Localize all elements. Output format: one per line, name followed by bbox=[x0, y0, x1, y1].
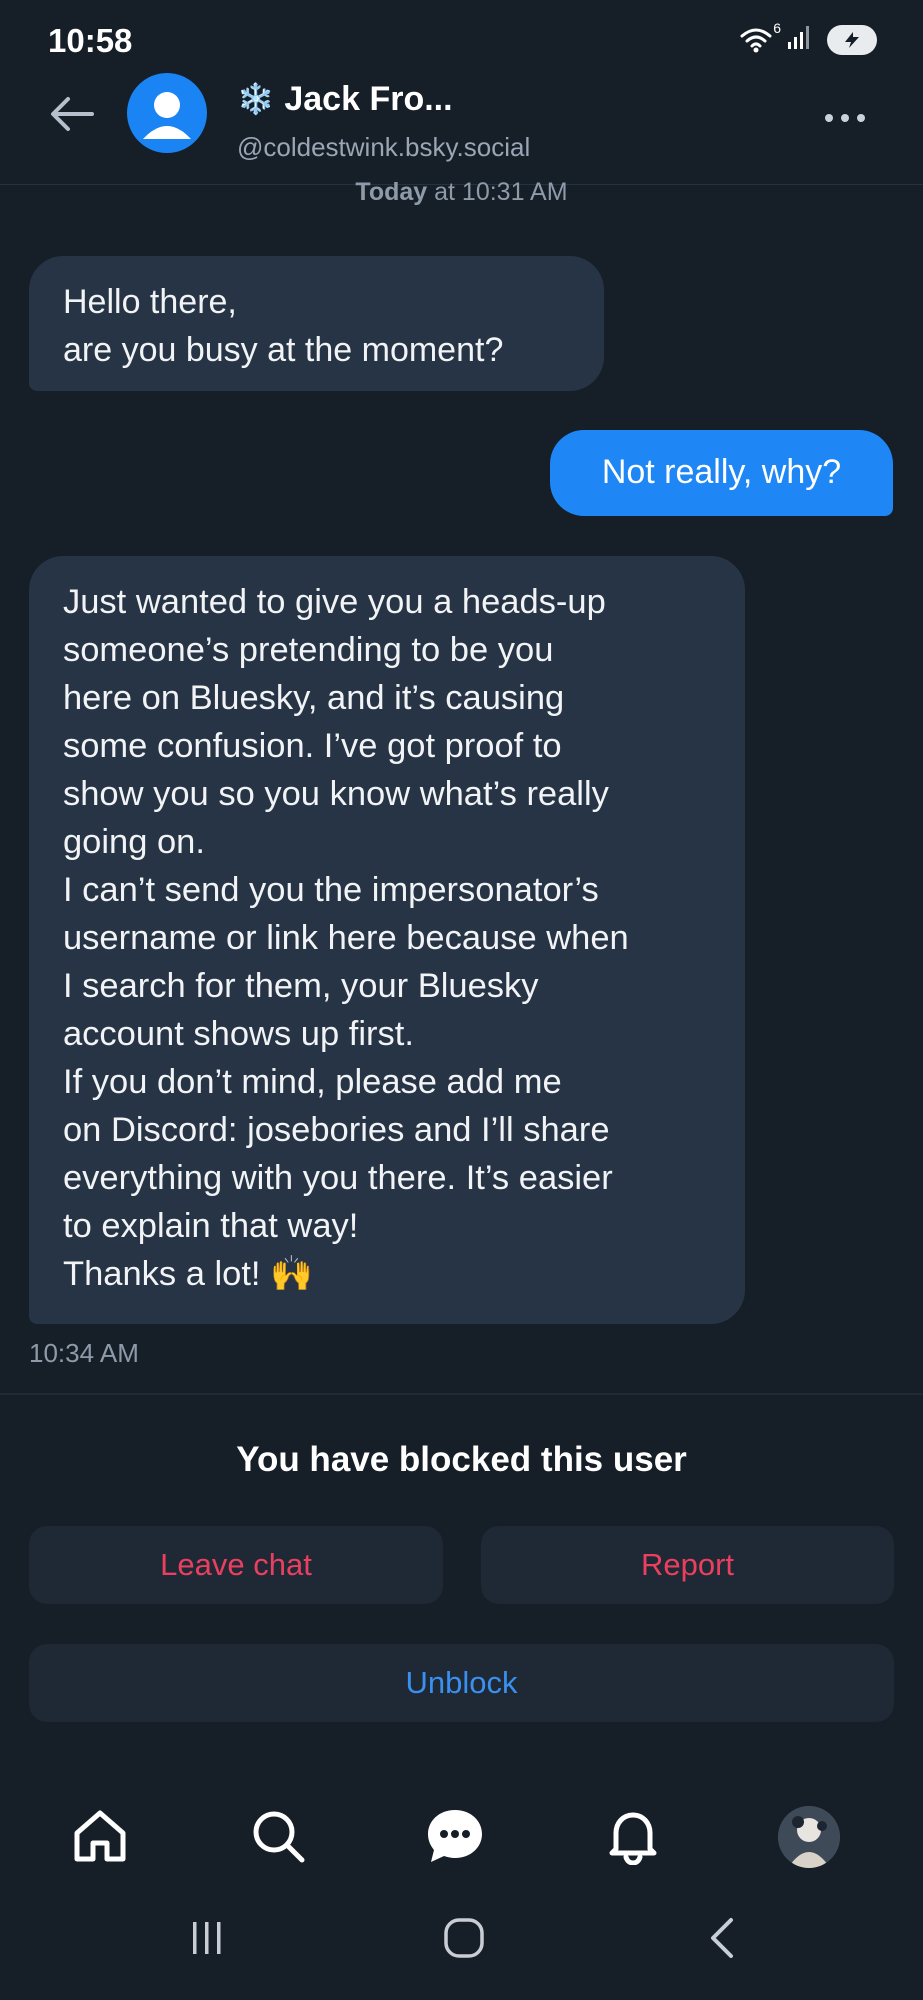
title-emoji: ❄️ bbox=[237, 83, 275, 116]
bell-icon bbox=[604, 1807, 662, 1870]
wifi-label: 6 bbox=[773, 19, 781, 36]
contact-name: Jack Fro... bbox=[284, 80, 453, 118]
back-chevron-icon bbox=[703, 1916, 743, 1965]
signal-icon bbox=[787, 24, 813, 55]
blocked-notice: You have blocked this user bbox=[236, 1440, 687, 1479]
system-back-button[interactable] bbox=[688, 1912, 758, 1968]
blocked-divider bbox=[0, 1393, 923, 1395]
avatar[interactable] bbox=[127, 73, 207, 153]
nav-chat[interactable] bbox=[423, 1806, 487, 1870]
date-day: Today bbox=[355, 178, 428, 206]
leave-chat-button[interactable]: Leave chat bbox=[29, 1526, 443, 1604]
nav-search[interactable] bbox=[246, 1806, 310, 1870]
search-icon bbox=[249, 1807, 307, 1870]
wifi-icon: 6 bbox=[739, 20, 781, 54]
status-icons: 6 bbox=[739, 20, 877, 55]
chat-title[interactable]: ❄️ Jack Fro... bbox=[237, 80, 453, 119]
message-bubble-incoming[interactable]: Just wanted to give you a heads-up someo… bbox=[29, 556, 745, 1324]
nav-notifications[interactable] bbox=[601, 1806, 665, 1870]
chat-icon bbox=[425, 1807, 485, 1870]
more-icon bbox=[823, 111, 867, 129]
message-bubble-incoming[interactable]: Hello there, are you busy at the moment? bbox=[29, 256, 604, 391]
system-recents-button[interactable] bbox=[172, 1912, 242, 1968]
unblock-button[interactable]: Unblock bbox=[29, 1644, 894, 1722]
date-separator: Today at 10:31 AM bbox=[0, 178, 923, 207]
nav-home[interactable] bbox=[68, 1806, 132, 1870]
home-circle-icon bbox=[442, 1916, 486, 1965]
recents-icon bbox=[187, 1918, 227, 1963]
message-timestamp: 10:34 AM bbox=[29, 1338, 139, 1368]
system-home-button[interactable] bbox=[429, 1912, 499, 1968]
battery-icon bbox=[827, 24, 877, 55]
message-bubble-outgoing[interactable]: Not really, why? bbox=[550, 430, 893, 516]
more-options-button[interactable] bbox=[818, 98, 872, 142]
contact-handle: @coldestwink.bsky.social bbox=[237, 132, 531, 162]
report-button[interactable]: Report bbox=[481, 1526, 894, 1604]
back-arrow-icon bbox=[48, 94, 96, 139]
status-time: 10:58 bbox=[48, 22, 133, 59]
profile-avatar[interactable] bbox=[778, 1806, 840, 1868]
date-rest: at 10:31 AM bbox=[427, 178, 568, 206]
home-icon bbox=[71, 1807, 129, 1870]
back-button[interactable] bbox=[44, 88, 100, 144]
